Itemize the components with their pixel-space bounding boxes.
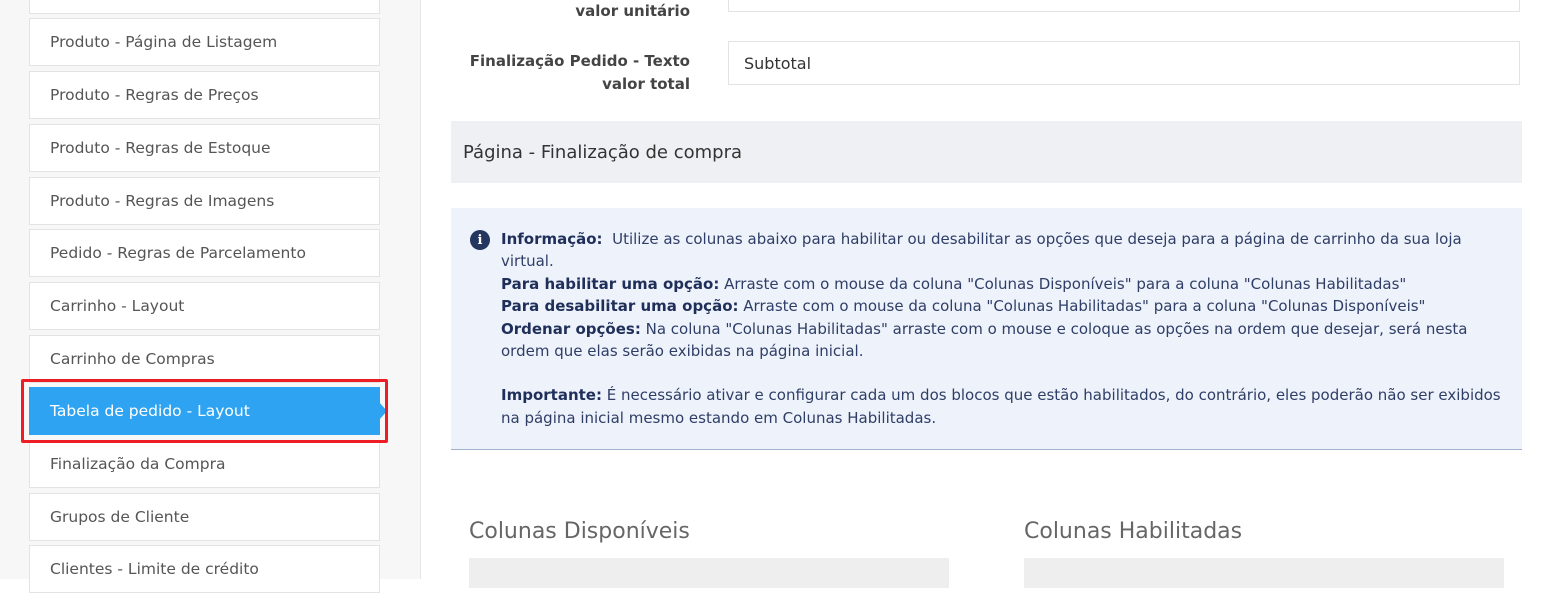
sidebar-item-pedido-parcelamento[interactable]: Pedido - Regras de Parcelamento (29, 229, 380, 277)
sidebar-item-finalizacao-compra[interactable]: Finalização da Compra (29, 440, 380, 488)
sidebar: Produto - Página de Listagem Produto - R… (0, 0, 421, 593)
info-disable: Para desabilitar uma opção: Arraste com … (501, 297, 1426, 316)
sidebar-item-produto-listagem[interactable]: Produto - Página de Listagem (29, 18, 380, 66)
unit-value-input[interactable] (728, 0, 1520, 12)
sidebar-item-label: Produto - Regras de Estoque (50, 139, 271, 157)
info-order: Ordenar opções: Na coluna "Colunas Habil… (501, 319, 1468, 361)
sidebar-item-label: Carrinho de Compras (50, 350, 215, 368)
sidebar-item-label: Produto - Regras de Imagens (50, 192, 275, 210)
info-important: Importante: É necessário ativar e config… (501, 386, 1501, 427)
available-columns-list[interactable] (469, 558, 949, 588)
section-header: Página - Finalização de compra (451, 121, 1522, 183)
sidebar-item-label: Clientes - Limite de crédito (50, 560, 259, 578)
available-columns-title: Colunas Disponíveis (469, 519, 690, 544)
total-value-input[interactable] (728, 41, 1520, 85)
sidebar-item-produto-precos[interactable]: Produto - Regras de Preços (29, 71, 380, 119)
sidebar-item-label: Finalização da Compra (50, 455, 226, 473)
section-title: Página - Finalização de compra (463, 141, 743, 163)
sidebar-item-label: Grupos de Cliente (50, 508, 190, 526)
unit-value-label: valor unitário (575, 2, 690, 20)
info-enable: Para habilitar uma opção: Arraste com o … (501, 274, 1407, 293)
sidebar-item-grupos-cliente[interactable]: Grupos de Cliente (29, 493, 380, 541)
sidebar-item-label: Pedido - Regras de Parcelamento (50, 244, 306, 262)
sidebar-item-clientes-limite[interactable]: Clientes - Limite de crédito (29, 545, 380, 593)
enabled-columns-title: Colunas Habilitadas (1024, 519, 1243, 544)
sidebar-item-partial[interactable] (29, 0, 380, 14)
total-value-label: Finalização Pedido - Texto valor total (469, 52, 690, 93)
sidebar-item-label: Carrinho - Layout (50, 297, 185, 315)
sidebar-item-label: Produto - Página de Listagem (50, 33, 278, 51)
sidebar-item-produto-imagens[interactable]: Produto - Regras de Imagens (29, 177, 380, 225)
sidebar-item-carrinho-compras[interactable]: Carrinho de Compras (29, 335, 380, 383)
info-intro: Informação: Utilize as colunas abaixo pa… (501, 230, 1462, 271)
enabled-columns-list[interactable] (1024, 558, 1504, 588)
info-icon: i (470, 230, 490, 250)
sidebar-item-carrinho-layout[interactable]: Carrinho - Layout (29, 282, 380, 330)
sidebar-item-produto-estoque[interactable]: Produto - Regras de Estoque (29, 124, 380, 172)
sidebar-item-label: Produto - Regras de Preços (50, 86, 259, 104)
selection-highlight (21, 379, 388, 443)
info-box: Informação: Utilize as colunas abaixo pa… (451, 208, 1522, 450)
